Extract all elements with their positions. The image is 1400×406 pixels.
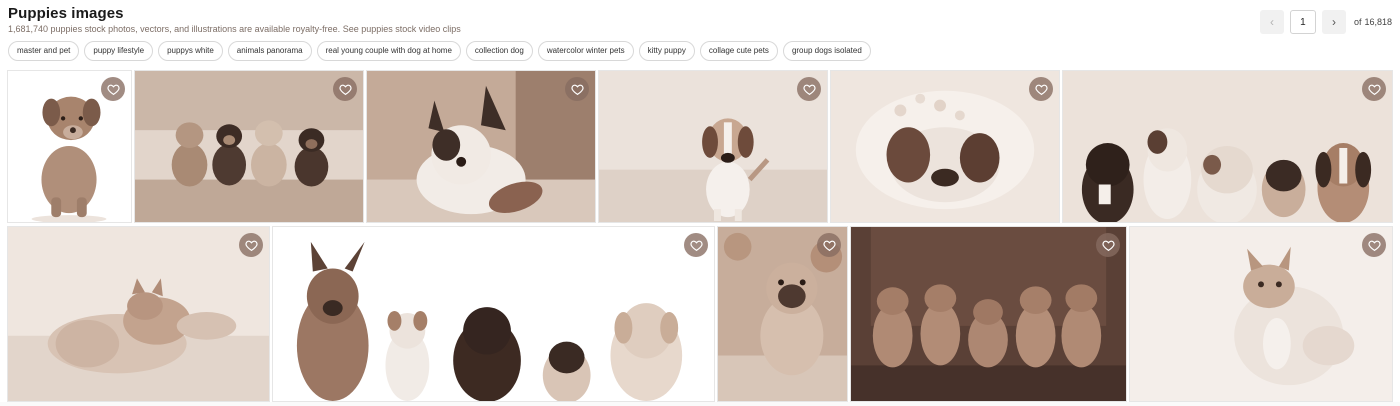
next-page-button[interactable]: › <box>1321 10 1346 34</box>
tag-chip[interactable]: collection dog <box>465 41 533 61</box>
related-tags: master and pet puppy lifestyle puppys wh… <box>8 41 871 61</box>
bulldog-photo <box>367 71 595 222</box>
favorite-button[interactable] <box>101 77 125 101</box>
image-tile[interactable] <box>850 226 1127 402</box>
favorite-button[interactable] <box>817 233 841 257</box>
favorite-button[interactable] <box>1362 233 1386 257</box>
favorite-button[interactable] <box>565 77 589 101</box>
favorite-button[interactable] <box>1362 77 1386 101</box>
tag-chip[interactable]: watercolor winter pets <box>537 41 634 61</box>
heart-icon <box>244 240 258 251</box>
image-tile[interactable] <box>272 226 715 402</box>
tag-chip[interactable]: animals panorama <box>227 41 312 61</box>
sleeping-puppy-photo <box>831 71 1059 222</box>
image-tile[interactable] <box>366 70 596 223</box>
chevron-left-icon: ‹ <box>1269 15 1274 29</box>
heart-icon <box>1101 240 1115 251</box>
heart-icon <box>1367 240 1381 251</box>
tag-chip[interactable]: master and pet <box>8 41 80 61</box>
tag-chip[interactable]: puppys white <box>158 41 223 61</box>
tag-chip[interactable]: group dogs isolated <box>782 41 871 61</box>
image-tile[interactable] <box>598 70 828 223</box>
favorite-button[interactable] <box>1029 77 1053 101</box>
favorite-button[interactable] <box>1096 233 1120 257</box>
image-tile[interactable] <box>134 70 364 223</box>
heart-icon <box>338 84 352 95</box>
heart-icon <box>802 84 816 95</box>
image-tile[interactable] <box>717 226 848 402</box>
tag-chip[interactable]: kitty puppy <box>638 41 695 61</box>
five-dogs-photo <box>273 227 714 401</box>
results-subtitle: 1,681,740 puppies stock photos, vectors,… <box>8 24 461 34</box>
shiba-puppies-photo <box>851 227 1126 401</box>
image-tile[interactable] <box>830 70 1060 223</box>
kitten-puppy-photo <box>8 227 269 401</box>
favorite-button[interactable] <box>239 233 263 257</box>
heart-icon <box>1034 84 1048 95</box>
image-tile[interactable] <box>1129 226 1393 402</box>
pagination: ‹ 1 › of 16,818 <box>1259 10 1392 34</box>
prev-page-button[interactable]: ‹ <box>1259 10 1284 34</box>
image-tile[interactable] <box>1062 70 1393 223</box>
heart-icon <box>106 84 120 95</box>
page-number-input[interactable]: 1 <box>1289 10 1316 34</box>
page-title: Puppies images <box>8 5 124 22</box>
tag-chip[interactable]: collage cute pets <box>699 41 778 61</box>
chevron-right-icon: › <box>1331 15 1336 29</box>
favorite-button[interactable] <box>333 77 357 101</box>
tag-chip[interactable]: real young couple with dog at home <box>316 41 461 61</box>
dog-group-photo <box>1063 71 1392 222</box>
favorite-button[interactable] <box>684 233 708 257</box>
tag-chip[interactable]: puppy lifestyle <box>84 41 154 61</box>
heart-icon <box>1367 84 1381 95</box>
next-row-edge <box>0 402 1400 406</box>
four-puppies-photo <box>135 71 363 222</box>
beagle-photo <box>599 71 827 222</box>
heart-icon <box>689 240 703 251</box>
total-pages-label: of 16,818 <box>1353 17 1392 27</box>
heart-icon <box>822 240 836 251</box>
favorite-button[interactable] <box>797 77 821 101</box>
heart-icon <box>570 84 584 95</box>
image-tile[interactable] <box>7 226 270 402</box>
image-tile[interactable] <box>7 70 132 223</box>
kitten-photo <box>1130 227 1392 401</box>
